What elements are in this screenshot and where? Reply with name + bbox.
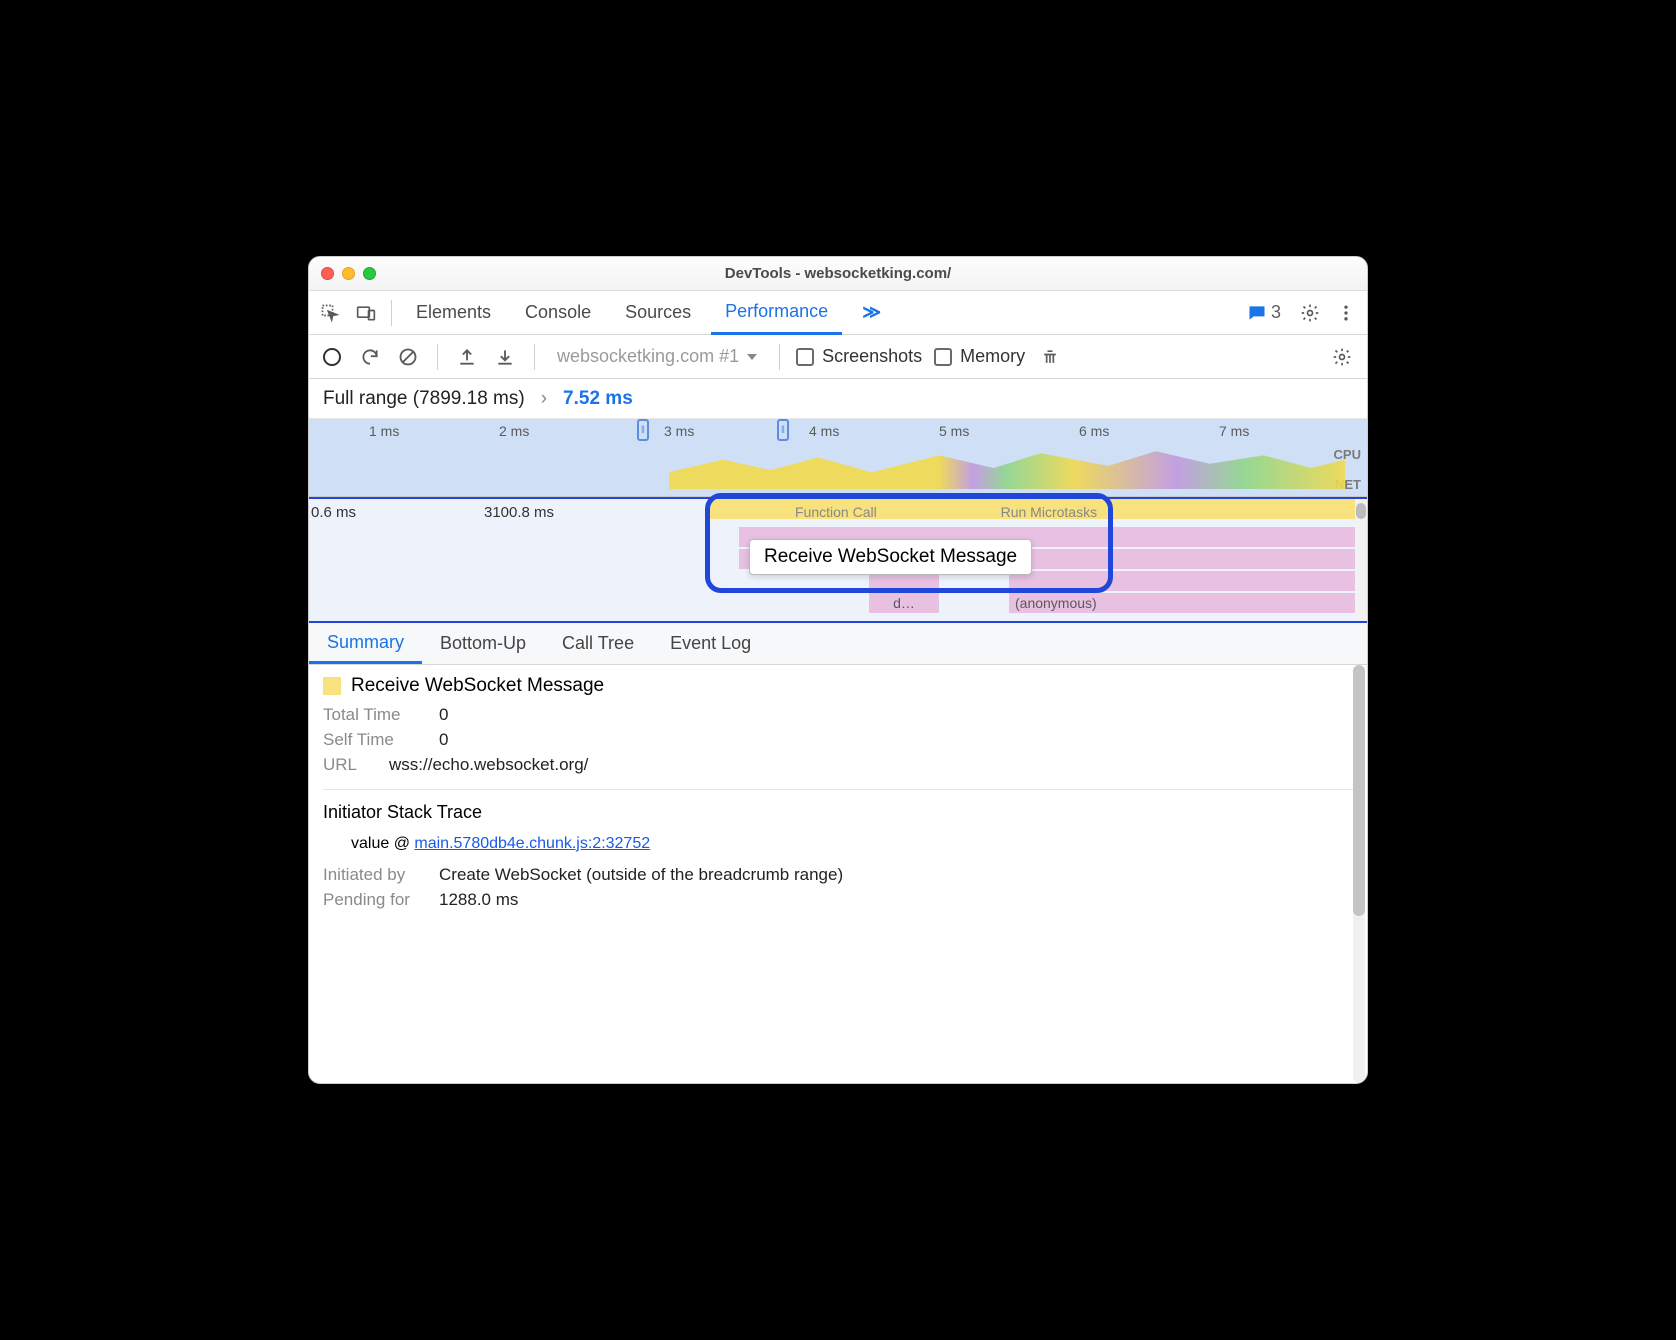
overview-tick: 5 ms	[939, 423, 969, 439]
settings-icon[interactable]	[1295, 298, 1325, 328]
clear-button[interactable]	[395, 344, 421, 370]
messages-count: 3	[1271, 302, 1281, 323]
titlebar: DevTools - websocketking.com/	[309, 257, 1367, 291]
recording-select-label: websocketking.com #1	[557, 346, 739, 367]
flame-tooltip: Receive WebSocket Message	[749, 539, 1032, 575]
chevron-down-icon	[747, 354, 757, 360]
pending-for-label: Pending for	[323, 890, 423, 910]
overview-tick: 7 ms	[1219, 423, 1249, 439]
kebab-menu-icon[interactable]	[1331, 298, 1361, 328]
flame-chart[interactable]: 0.6 ms 3100.8 ms 3101.0 ms 3101.2 ms 310…	[309, 497, 1367, 623]
devtools-window: DevTools - websocketking.com/ Elements C…	[308, 256, 1368, 1084]
checkbox-icon	[796, 348, 814, 366]
overview-handle-left[interactable]	[637, 419, 649, 441]
device-toggle-icon[interactable]	[351, 298, 381, 328]
flame-scroll-thumb[interactable]	[1356, 503, 1366, 519]
divider	[437, 344, 438, 370]
flame-tick: 0.6 ms	[311, 504, 356, 521]
initiator-stack-trace: Initiator Stack Trace value @ main.5780d…	[323, 789, 1353, 910]
total-time-label: Total Time	[323, 705, 423, 725]
detail-tabbar: Summary Bottom-Up Call Tree Event Log	[309, 623, 1367, 665]
timeline-overview[interactable]: 1 ms 2 ms 3 ms 4 ms 5 ms 6 ms 7 ms CPU N…	[309, 419, 1367, 497]
url-value: wss://echo.websocket.org/	[389, 755, 588, 775]
overview-tick: 1 ms	[369, 423, 399, 439]
event-color-swatch	[323, 677, 341, 695]
details-scroll-thumb[interactable]	[1353, 665, 1365, 916]
overview-handle-right[interactable]	[777, 419, 789, 441]
flame-tick: 3100.8 ms	[484, 504, 554, 521]
detail-tab-call-tree[interactable]: Call Tree	[544, 623, 652, 664]
garbage-collect-button[interactable]	[1037, 344, 1063, 370]
main-tabbar: Elements Console Sources Performance ≫ 3	[309, 291, 1367, 335]
record-button[interactable]	[319, 344, 345, 370]
summary-pane: Receive WebSocket Message Total Time 0 Se…	[309, 665, 1367, 1083]
overview-tick: 2 ms	[499, 423, 529, 439]
detail-tab-event-log[interactable]: Event Log	[652, 623, 769, 664]
self-time-label: Self Time	[323, 730, 423, 750]
checkbox-icon	[934, 348, 952, 366]
memory-checkbox[interactable]: Memory	[934, 346, 1025, 367]
overview-tick: 6 ms	[1079, 423, 1109, 439]
chevron-right-icon: ›	[541, 388, 547, 410]
tab-console[interactable]: Console	[511, 291, 605, 335]
divider	[779, 344, 780, 370]
overview-tick: 4 ms	[809, 423, 839, 439]
selection-range-label[interactable]: 7.52 ms	[563, 388, 633, 410]
flame-event-anonymous[interactable]: (anonymous)	[1009, 593, 1367, 613]
range-breadcrumb: Full range (7899.18 ms) › 7.52 ms	[309, 379, 1367, 419]
messages-badge[interactable]: 3	[1247, 302, 1281, 323]
capture-settings-icon[interactable]	[1327, 342, 1357, 372]
overview-cpu-graph	[669, 447, 1345, 489]
window-title: DevTools - websocketking.com/	[309, 265, 1367, 282]
overview-tick: 3 ms	[664, 423, 694, 439]
detail-tab-summary[interactable]: Summary	[309, 623, 422, 664]
divider	[534, 344, 535, 370]
memory-label: Memory	[960, 346, 1025, 367]
screenshots-label: Screenshots	[822, 346, 922, 367]
stack-title: Initiator Stack Trace	[323, 802, 1353, 823]
stack-frame-name: value @	[351, 835, 414, 852]
stack-frame-link[interactable]: main.5780db4e.chunk.js:2:32752	[414, 835, 650, 852]
perf-toolbar: websocketking.com #1 Screenshots Memory	[309, 335, 1367, 379]
cpu-lane-label: CPU	[1334, 447, 1361, 462]
initiated-by-value: Create WebSocket (outside of the breadcr…	[439, 865, 843, 885]
flame-event-d[interactable]: d…	[869, 593, 939, 613]
screenshots-checkbox[interactable]: Screenshots	[796, 346, 922, 367]
event-title: Receive WebSocket Message	[323, 675, 1353, 697]
recording-select[interactable]: websocketking.com #1	[551, 346, 763, 367]
flame-scrollbar[interactable]	[1355, 499, 1367, 621]
detail-tab-bottom-up[interactable]: Bottom-Up	[422, 623, 544, 664]
upload-profile-button[interactable]	[454, 344, 480, 370]
message-icon	[1247, 303, 1267, 323]
url-label: URL	[323, 755, 373, 775]
inspect-icon[interactable]	[315, 298, 345, 328]
total-time-value: 0	[439, 705, 448, 725]
tab-sources[interactable]: Sources	[611, 291, 705, 335]
tab-performance[interactable]: Performance	[711, 291, 842, 335]
pending-for-value: 1288.0 ms	[439, 890, 518, 910]
full-range-label[interactable]: Full range (7899.18 ms)	[323, 388, 525, 410]
divider	[391, 300, 392, 326]
download-profile-button[interactable]	[492, 344, 518, 370]
initiated-by-label: Initiated by	[323, 865, 423, 885]
stack-frame: value @ main.5780db4e.chunk.js:2:32752	[351, 833, 1353, 853]
self-time-value: 0	[439, 730, 448, 750]
reload-button[interactable]	[357, 344, 383, 370]
tab-elements[interactable]: Elements	[402, 291, 505, 335]
event-name: Receive WebSocket Message	[351, 675, 604, 697]
tabs-overflow-button[interactable]: ≫	[848, 291, 895, 335]
